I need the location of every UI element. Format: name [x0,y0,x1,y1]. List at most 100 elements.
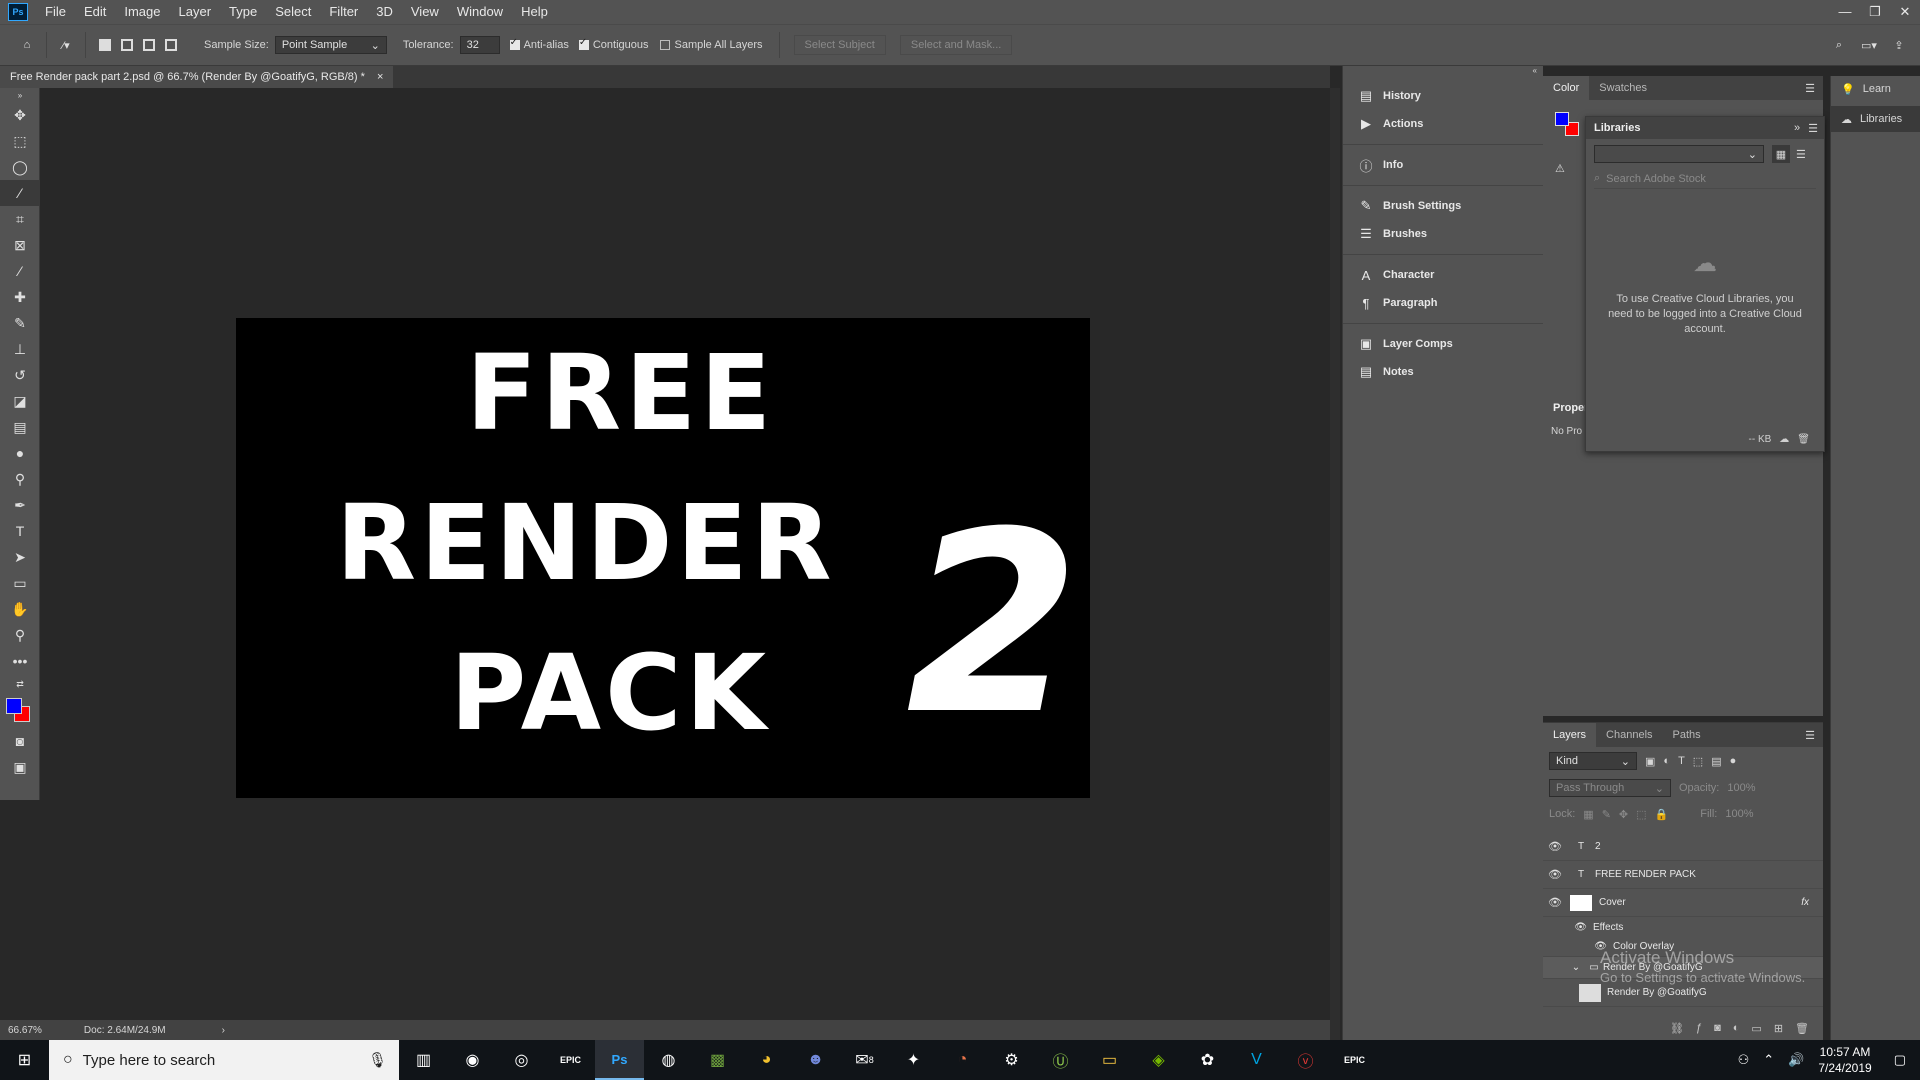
effects-row[interactable]: 👁 Effects [1543,917,1823,937]
link-layers-icon[interactable]: ⛓ [1670,1022,1684,1035]
nvidia-icon[interactable]: ◈ [1134,1040,1183,1080]
blender-icon[interactable]: ◉ [448,1040,497,1080]
panel-history[interactable]: ▤ History [1343,82,1543,110]
panel-actions[interactable]: ▶ Actions [1343,110,1543,138]
panel-notes[interactable]: ▤ Notes [1343,358,1543,386]
tab-layers[interactable]: Layers [1543,723,1597,747]
effects-eye-icon[interactable]: 👁 [1543,922,1593,933]
stock-search-input[interactable]: Search Adobe Stock [1606,173,1706,185]
expand-panel-icon[interactable]: » [1794,122,1800,134]
panel-brushes[interactable]: ☰ Brushes [1343,220,1543,248]
tab-swatches[interactable]: Swatches [1589,76,1657,100]
zoom-tool-icon[interactable]: ⚲ [0,622,40,648]
filter-toggle-icon[interactable]: ● [1730,755,1737,767]
menu-filter[interactable]: Filter [320,0,367,24]
lasso-tool-icon[interactable]: ◯ [0,154,40,180]
adjustment-layer-icon[interactable]: ◐ [1733,1022,1740,1034]
minimize-button[interactable]: — [1830,4,1860,20]
share-icon[interactable]: ⇪ [1888,34,1910,56]
home-icon[interactable]: ⌂ [16,34,38,56]
gradient-tool-icon[interactable]: ▤ [0,414,40,440]
pen-tool-icon[interactable]: ✒ [0,492,40,518]
tolerance-input[interactable]: 32 [459,36,500,54]
select-and-mask-button[interactable]: Select and Mask... [899,35,1013,55]
foreground-color-swatch[interactable] [6,698,22,714]
panel-menu-icon[interactable]: ☰ [1805,82,1815,95]
sample-size-select[interactable]: Point Sample ⌄ [274,36,387,54]
start-windows-icon[interactable]: ⊞ [0,1040,49,1080]
lock-image-icon[interactable]: ✎ [1602,808,1611,821]
search-icon[interactable]: ⌕ [1828,34,1850,56]
quick-mask-icon[interactable]: ◙ [0,728,40,754]
panel-info[interactable]: ⓘ Info [1343,151,1543,179]
layers-menu-icon[interactable]: ☰ [1805,729,1815,742]
history-brush-tool-icon[interactable]: ↺ [0,362,40,388]
healing-brush-tool-icon[interactable]: ✚ [0,284,40,310]
taskbar-search-box[interactable]: ○ Type here to search 🎙 [49,1040,399,1080]
new-group-icon[interactable]: ▭ [1751,1022,1761,1035]
epic-games-icon[interactable]: EPIC [546,1040,595,1080]
library-select[interactable]: ⌄ [1594,145,1764,163]
chrome-icon[interactable]: ◕ [742,1040,791,1080]
close-tab-icon[interactable]: × [377,71,383,83]
menu-window[interactable]: Window [448,0,512,24]
opacity-value[interactable]: 100% [1727,782,1755,794]
vegas-icon[interactable]: V [1232,1040,1281,1080]
photoshop-taskbar-icon[interactable]: Ps [595,1040,644,1080]
tab-color[interactable]: Color [1543,76,1590,100]
notifications-icon[interactable]: ▢ [1894,1052,1906,1068]
minecraft-icon[interactable]: ▩ [693,1040,742,1080]
workspace-icon[interactable]: ▭▾ [1858,34,1880,56]
list-view-icon[interactable]: ☰ [1796,148,1806,161]
restore-button[interactable]: ❐ [1860,4,1890,20]
more-tools-icon[interactable]: ••• [0,648,40,674]
eyedropper-tool-icon[interactable]: ⁄ [0,258,40,284]
layer-row[interactable]: 👁 T 2 [1543,833,1823,861]
libraries-panel-button[interactable]: ☁ Libraries [1831,106,1920,132]
photoshop-logo-icon[interactable]: Ps [8,3,28,21]
lock-position-icon[interactable]: ✥ [1619,808,1628,821]
epic-games-icon-2[interactable]: EPIC [1330,1040,1379,1080]
cinema4d-icon[interactable]: ◍ [644,1040,693,1080]
filter-smart-object-icon[interactable]: ▤ [1711,755,1721,768]
layer-row[interactable]: 👁 T FREE RENDER PACK [1543,861,1823,889]
paint-icon[interactable]: ✿ [1183,1040,1232,1080]
people-icon[interactable]: ⚇ [1738,1052,1750,1068]
lock-transparent-icon[interactable]: ▦ [1583,808,1593,821]
brush-tool-icon[interactable]: ✎ [0,310,40,336]
sample-all-layers-checkbox[interactable]: Sample All Layers [660,39,763,51]
lock-all-icon[interactable]: 🔒 [1655,808,1669,821]
filter-shape-icon[interactable]: ⬚ [1693,755,1703,768]
menu-layer[interactable]: Layer [170,0,221,24]
color-swatches[interactable] [0,694,40,728]
filter-type-icon[interactable]: T [1678,755,1685,767]
menu-image[interactable]: Image [115,0,169,24]
file-explorer-icon[interactable]: ▭ [1085,1040,1134,1080]
visibility-eye-icon[interactable]: 👁 [1543,868,1567,881]
cc-sync-icon[interactable]: ☁ [1779,434,1789,445]
blur-tool-icon[interactable]: ● [0,440,40,466]
menu-view[interactable]: View [402,0,448,24]
document-tab[interactable]: Free Render pack part 2.psd @ 66.7% (Ren… [0,66,394,88]
tab-channels[interactable]: Channels [1596,723,1662,747]
move-tool-icon[interactable]: ✥ [0,102,40,128]
menu-select[interactable]: Select [266,0,320,24]
mail-icon[interactable]: ✉ 8 [840,1040,889,1080]
screen-mode-icon[interactable]: ▣ [0,754,40,780]
status-arrow-icon[interactable]: › [222,1025,225,1036]
task-view-icon[interactable]: ▥ [399,1040,448,1080]
visibility-eye-icon[interactable]: 👁 [1543,896,1567,909]
color-panel-foreground-swatch[interactable] [1555,112,1569,126]
zoom-level[interactable]: 66.67% [8,1025,42,1036]
library-trash-icon[interactable]: 🗑 [1797,434,1810,445]
crop-tool-icon[interactable]: ⌗ [0,206,40,232]
clone-stamp-tool-icon[interactable]: ⊥ [0,336,40,362]
type-tool-icon[interactable]: T [0,518,40,544]
toolbar-collapse-icon[interactable]: » [0,88,40,102]
utorrent-icon[interactable]: Ⓤ [1036,1040,1085,1080]
layer-fx-badge[interactable]: fx [1801,897,1809,908]
menu-type[interactable]: Type [220,0,266,24]
path-selection-tool-icon[interactable]: ➤ [0,544,40,570]
close-window-button[interactable]: ✕ [1890,4,1920,20]
canvas-area[interactable]: FREE RENDER PACK 2 [40,88,1330,1020]
